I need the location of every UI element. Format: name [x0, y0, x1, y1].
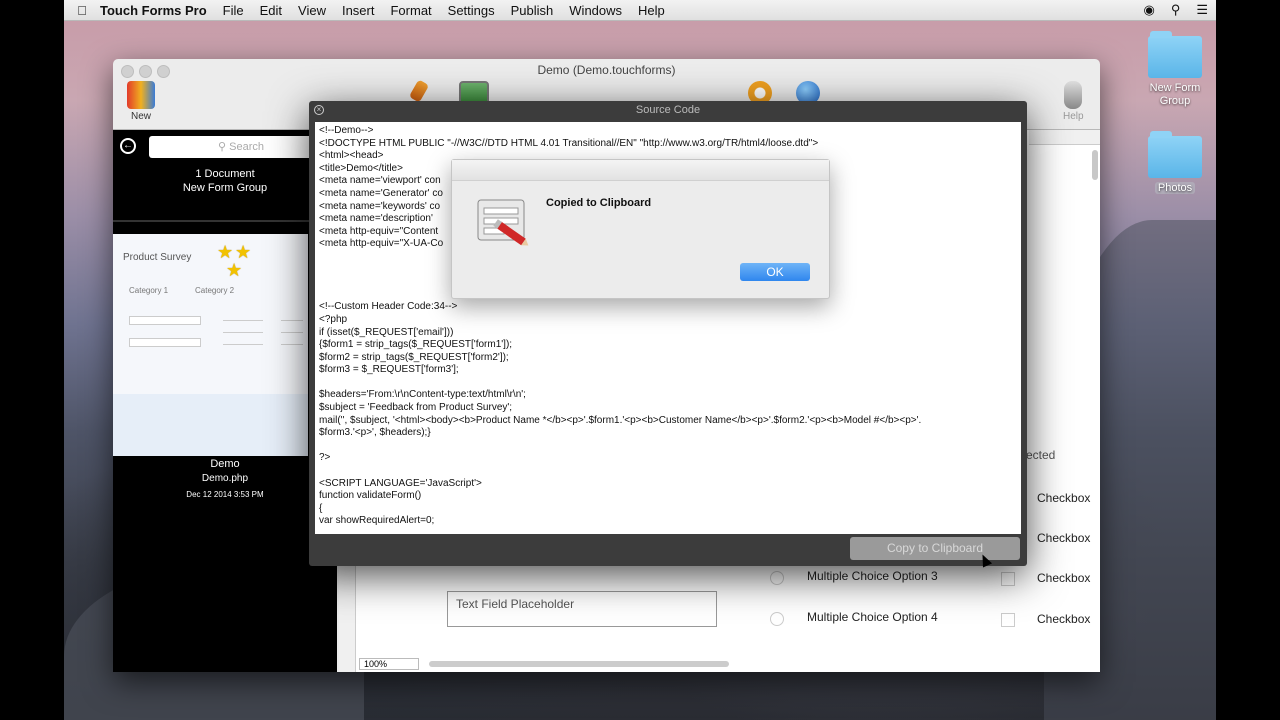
document-name: Demo	[210, 458, 240, 470]
alert-titlebar	[452, 160, 829, 181]
back-icon[interactable]: ←	[120, 138, 136, 154]
vertical-scrollbar[interactable]	[1092, 150, 1098, 180]
window-titlebar: Demo (Demo.touchforms)	[113, 59, 1100, 81]
menu-windows[interactable]: Windows	[569, 3, 622, 18]
desktop-folder-photos[interactable]: Photos	[1143, 131, 1207, 194]
pencil-icon	[408, 79, 430, 103]
thumb-line	[223, 332, 263, 333]
search-placeholder: Search	[229, 141, 264, 153]
thumb-line	[281, 332, 303, 333]
thumb-line	[223, 344, 263, 345]
desktop-folder-label: Photos	[1154, 182, 1196, 194]
checkbox-label: Checkbox	[1037, 612, 1091, 626]
spotlight-search-icon[interactable]: ⚲	[1171, 2, 1181, 18]
minimize-window-button[interactable]	[139, 65, 152, 78]
folder-icon	[1148, 31, 1202, 78]
document-sidebar: ← ⚲ Search 1 Document New Form Group Pro…	[113, 130, 337, 672]
new-label: New	[130, 111, 151, 122]
zoom-select[interactable]: 100%	[359, 658, 419, 670]
thumb-title: Product Survey	[123, 252, 192, 263]
menu-settings[interactable]: Settings	[448, 3, 495, 18]
menu-publish[interactable]: Publish	[511, 3, 554, 18]
top-ruler	[1029, 130, 1100, 145]
mc-option-3-label: Multiple Choice Option 3	[807, 569, 938, 583]
thumb-line	[281, 320, 303, 321]
checkbox[interactable]	[1001, 572, 1015, 586]
document-thumbnail[interactable]: Product Survey ★ ★ ★ Category 1 Category…	[113, 234, 308, 456]
mc-option-4-label: Multiple Choice Option 4	[807, 610, 938, 624]
radio-option-4[interactable]	[770, 612, 784, 626]
checkbox[interactable]	[1001, 613, 1015, 627]
menu-view[interactable]: View	[298, 3, 326, 18]
thumb-category-2: Category 2	[195, 286, 235, 295]
thumb-line	[223, 320, 263, 321]
sidebar-search-input[interactable]: ⚲ Search	[149, 136, 333, 158]
left-ruler	[339, 560, 356, 672]
menu-bar:  Touch Forms Pro File Edit View Insert …	[64, 0, 1216, 21]
thumb-footer	[113, 394, 308, 456]
new-button[interactable]: New	[127, 81, 155, 122]
clipboard-alert-dialog: Copied to Clipboard OK	[451, 159, 830, 299]
thumb-line	[281, 344, 303, 345]
star-icon: ★	[226, 260, 243, 280]
apple-menu-icon[interactable]: 	[64, 3, 100, 18]
alert-message: Copied to Clipboard	[546, 197, 652, 209]
selected-text: ected	[1026, 448, 1056, 462]
menu-help[interactable]: Help	[638, 3, 665, 18]
text-field[interactable]: Text Field Placeholder	[447, 591, 717, 627]
menu-format[interactable]: Format	[390, 3, 431, 18]
window-title: Demo (Demo.touchforms)	[537, 63, 676, 77]
status-record-icon[interactable]: ◉	[1143, 2, 1154, 18]
checkbox-label: Checkbox	[1037, 531, 1091, 545]
thumb-field	[129, 316, 201, 325]
checkbox-label: Checkbox	[1037, 491, 1091, 505]
menu-app-name[interactable]: Touch Forms Pro	[100, 3, 207, 18]
help-button[interactable]: Help	[1063, 81, 1084, 122]
sidebar-divider	[113, 220, 337, 222]
pencil-tool-button[interactable]	[408, 79, 430, 103]
source-panel-title: Source Code	[635, 104, 701, 116]
ok-button[interactable]: OK	[740, 263, 810, 281]
notification-list-icon[interactable]: ☰	[1196, 2, 1208, 18]
desktop-folder-new-form-group[interactable]: New Form Group	[1143, 31, 1207, 108]
help-label: Help	[1063, 111, 1084, 122]
thumb-field	[129, 338, 201, 347]
radio-option-3[interactable]	[770, 571, 784, 585]
document-count: 1 Document	[195, 168, 255, 180]
letterbox-right	[1216, 0, 1280, 720]
letterbox-left	[0, 0, 64, 720]
group-name: New Form Group	[182, 182, 268, 194]
desktop-folder-label: New Form Group	[1149, 82, 1201, 107]
horizontal-scrollbar[interactable]	[429, 661, 729, 667]
help-icon	[1064, 81, 1083, 109]
close-window-button[interactable]	[121, 65, 134, 78]
thumb-category-1: Category 1	[129, 286, 169, 295]
close-icon[interactable]: ×	[314, 105, 324, 115]
source-panel-titlebar: × Source Code	[309, 101, 1027, 120]
form-pencil-icon	[476, 196, 530, 248]
menu-file[interactable]: File	[223, 3, 244, 18]
new-document-icon	[127, 81, 155, 109]
menu-edit[interactable]: Edit	[260, 3, 282, 18]
zoom-window-button[interactable]	[157, 65, 170, 78]
copy-to-clipboard-button[interactable]: Copy to Clipboard	[850, 537, 1020, 560]
folder-icon	[1148, 131, 1202, 178]
document-date: Dec 12 2014 3:53 PM	[186, 490, 264, 499]
document-file: Demo.php	[201, 473, 249, 484]
menu-insert[interactable]: Insert	[342, 3, 375, 18]
checkbox-label: Checkbox	[1037, 571, 1091, 585]
